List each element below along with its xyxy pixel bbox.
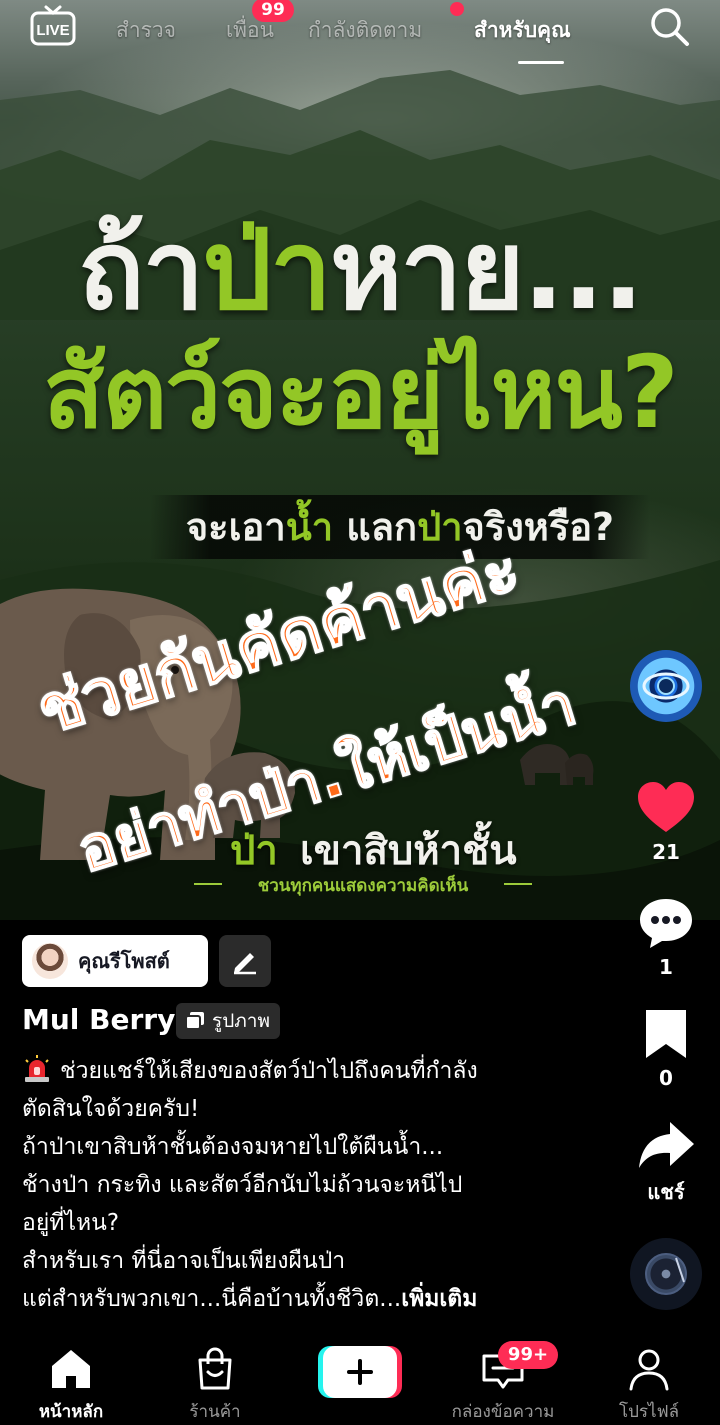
shopping-bag-icon xyxy=(198,1347,232,1390)
save-button[interactable]: 0 xyxy=(632,1008,700,1090)
music-disc[interactable] xyxy=(630,1238,702,1310)
tab-explore[interactable]: สำรวจ xyxy=(116,14,176,47)
post-title-line1: ถ้าป่าหาย... xyxy=(0,205,720,335)
post-title-line2: สัตว์จะอยู่ไหน? xyxy=(0,330,720,455)
live-label: LIVE xyxy=(36,22,69,39)
share-arrow-icon xyxy=(639,1122,694,1168)
friends-badge: 99 xyxy=(252,0,294,22)
top-navigation: LIVE สำรวจ เพื่อน 99 กำลังติดตาม สำหรับค… xyxy=(0,0,720,70)
turntable-icon xyxy=(645,1253,687,1295)
subtitle-word: แลก xyxy=(346,505,418,549)
like-count: 21 xyxy=(652,840,680,864)
active-tab-indicator xyxy=(518,61,564,64)
title-word: หาย... xyxy=(329,206,644,334)
bookmark-icon xyxy=(646,1010,686,1058)
share-button[interactable]: แชร์ xyxy=(632,1118,700,1208)
tagline: ชวนทุกคนแสดงความคิดเห็น xyxy=(194,872,532,899)
caption-line: ถ้าป่าเขาสิบห้าชั้นต้องจมหายไปใต้ผืนน้ำ.… xyxy=(22,1134,444,1160)
tab-for-you[interactable]: สำหรับคุณ xyxy=(474,14,571,47)
nav-profile-label: โปรไฟล์ xyxy=(618,1402,680,1422)
caption-line: สำหรับเรา ที่นี่อาจเป็นเพียงผืนป่า xyxy=(22,1248,346,1274)
nav-profile[interactable]: โปรไฟล์ xyxy=(594,1330,704,1425)
repost-button[interactable]: คุณรีโพสต์ xyxy=(22,935,208,987)
nav-home[interactable]: หน้าหลัก xyxy=(16,1330,126,1425)
comment-icon xyxy=(640,899,692,948)
inbox-badge: 99+ xyxy=(498,1341,558,1369)
caption-text: ช่วยแชร์ให้เสียงของสัตว์ป่าไปถึงคนที่กำล… xyxy=(60,1058,478,1084)
edit-button[interactable] xyxy=(219,935,271,987)
live-icon[interactable]: LIVE xyxy=(30,4,76,46)
repost-label: คุณรีโพสต์ xyxy=(78,949,170,973)
caption-line: อยู่ที่ไหน? xyxy=(22,1210,120,1236)
author-name[interactable]: Mul Berry xyxy=(22,1003,175,1036)
bottom-navigation: หน้าหลัก ร้านค้า กล่องข้อความ 99+ โปรไฟล… xyxy=(0,1330,720,1422)
tab-following[interactable]: กำลังติดตาม xyxy=(308,14,422,47)
caption-line: แต่สำหรับพวกเขา...นี่คือบ้านทั้งชีวิต...… xyxy=(22,1280,602,1318)
title-word-green: สัตว์จะอยู่ไหน? xyxy=(43,334,679,451)
search-icon[interactable] xyxy=(648,5,690,47)
save-count: 0 xyxy=(659,1066,673,1090)
caption-line: ตัดสินใจด้วยครับ! xyxy=(22,1096,200,1122)
see-more-link[interactable]: เพิ่มเติม xyxy=(401,1286,477,1312)
creator-avatar[interactable] xyxy=(630,650,702,722)
nav-shop[interactable]: ร้านค้า xyxy=(160,1330,270,1425)
caption-line: ช่วยแชร์ให้เสียงของสัตว์ป่าไปถึงคนที่กำล… xyxy=(22,1052,602,1090)
subtitle-word-green: น้ำ xyxy=(285,505,334,549)
like-button[interactable]: 21 xyxy=(632,780,700,864)
photo-stack-icon xyxy=(185,1012,204,1030)
nav-shop-label: ร้านค้า xyxy=(189,1402,241,1422)
caption-text: แต่สำหรับพวกเขา...นี่คือบ้านทั้งชีวิต... xyxy=(22,1286,402,1312)
post-image[interactable]: ถ้าป่าหาย... สัตว์จะอยู่ไหน? จะเอาน้ำ แล… xyxy=(0,0,720,920)
comment-count: 1 xyxy=(659,955,673,979)
pencil-icon xyxy=(234,953,256,975)
post-type-label: รูปภาพ xyxy=(212,1010,270,1032)
caption-line: ช้างป่า กระทิง และสัตว์อีกนับไม่ถ้วนจะหน… xyxy=(22,1172,463,1198)
nav-inbox-label: กล่องข้อความ xyxy=(451,1402,555,1422)
following-dot xyxy=(450,2,464,16)
title-word-green: ป่า xyxy=(202,206,332,334)
profile-icon xyxy=(629,1349,669,1391)
create-post-button[interactable] xyxy=(318,1344,402,1400)
share-label: แชร์ xyxy=(647,1180,685,1204)
eye-avatar-icon xyxy=(642,672,690,700)
comment-button[interactable]: 1 xyxy=(632,895,700,979)
user-avatar xyxy=(32,943,68,979)
nav-home-label: หน้าหลัก xyxy=(38,1402,104,1422)
post-caption[interactable]: ช่วยแชร์ให้เสียงของสัตว์ป่าไปถึงคนที่กำล… xyxy=(22,1052,602,1318)
subtitle-word: จะเอา xyxy=(185,505,286,549)
heart-icon xyxy=(638,782,694,832)
siren-icon xyxy=(25,1055,49,1082)
title-word: ถ้า xyxy=(77,206,204,334)
post-type-badge: รูปภาพ xyxy=(176,1003,280,1039)
home-icon xyxy=(52,1350,90,1388)
